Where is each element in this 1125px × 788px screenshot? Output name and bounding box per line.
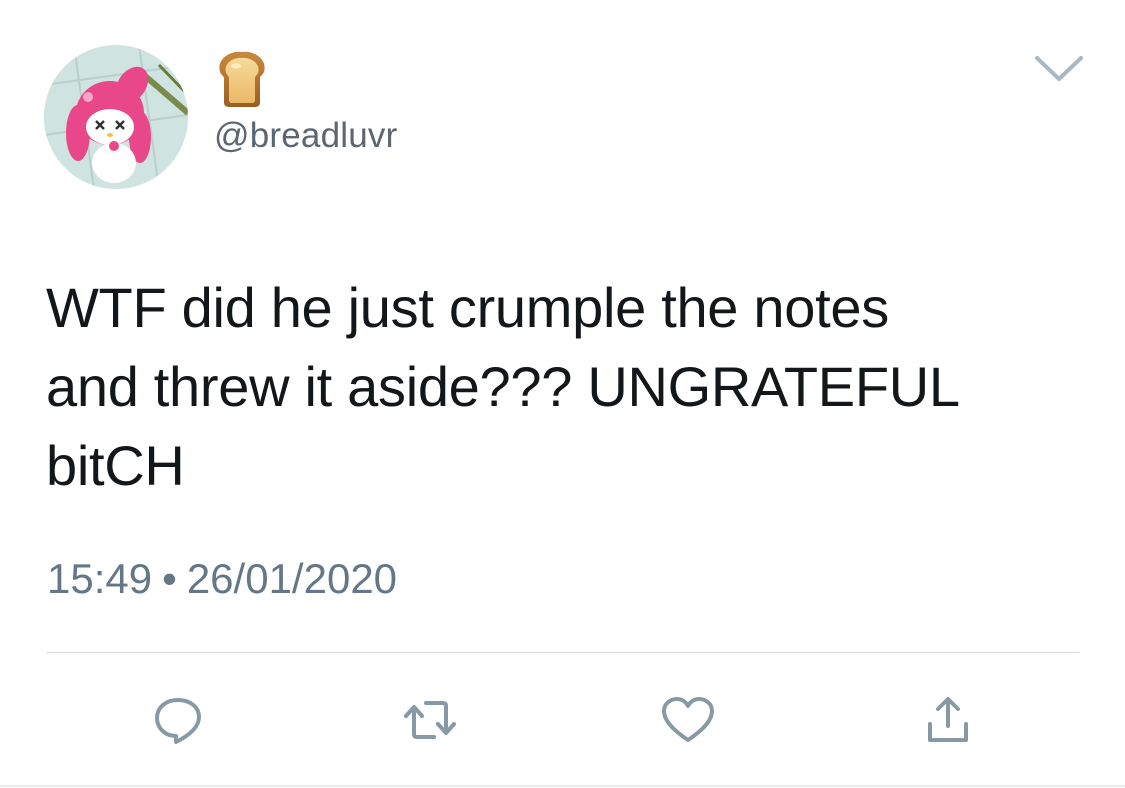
tweet-timestamp[interactable]: 15:49 • 26/01/2020: [47, 555, 397, 603]
retweet-icon: [404, 701, 456, 739]
share-icon: [928, 697, 968, 742]
avatar[interactable]: [44, 45, 188, 189]
tweet-card: @breadluvr WTF did he just crumple the n…: [0, 0, 1125, 788]
display-name-bread-icon[interactable]: [214, 46, 270, 108]
retweet-button[interactable]: [400, 690, 460, 750]
tweet-text: WTF did he just crumple the notes and th…: [46, 276, 960, 497]
divider: [46, 652, 1080, 653]
reply-button[interactable]: [148, 690, 208, 750]
bottom-border: [0, 785, 1125, 787]
bread-icon: [219, 51, 265, 107]
like-button[interactable]: [658, 690, 718, 750]
tweet-date: 26/01/2020: [186, 555, 398, 602]
user-handle[interactable]: @breadluvr: [214, 116, 397, 156]
chevron-down-icon[interactable]: [1034, 54, 1084, 84]
reply-icon: [155, 698, 201, 744]
heart-icon: [662, 697, 714, 742]
separator-dot: •: [162, 555, 177, 602]
share-button[interactable]: [918, 690, 978, 750]
tweet-time: 15:49: [47, 555, 153, 602]
avatar-image: [44, 45, 188, 189]
tweet-actions: [0, 690, 1125, 750]
